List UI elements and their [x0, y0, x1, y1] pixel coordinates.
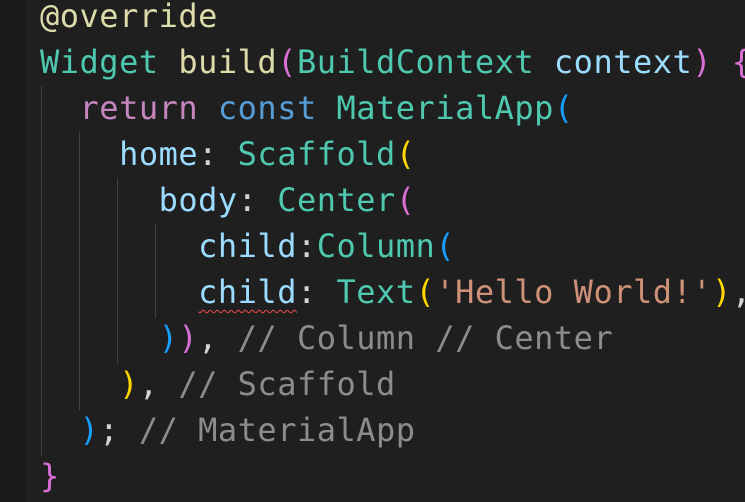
code-line[interactable]: } — [40, 453, 60, 499]
code-line[interactable]: )), // Column // Center — [40, 315, 613, 361]
colon: : — [296, 227, 317, 265]
bracket: ) — [692, 43, 713, 81]
bracket: ( — [435, 227, 456, 265]
bracket: ) — [158, 319, 179, 357]
function-build: build — [178, 43, 278, 81]
brace: } — [40, 457, 60, 495]
bracket: ( — [277, 43, 297, 81]
prop-body: body — [158, 181, 238, 219]
keyword-const: const — [217, 89, 317, 127]
brace: { — [732, 43, 745, 81]
bracket: ) — [712, 273, 732, 311]
semicolon: ; — [99, 411, 120, 449]
prop-child-error[interactable]: child — [198, 273, 297, 311]
type-center: Center — [277, 181, 396, 219]
type-buildcontext: BuildContext — [296, 43, 535, 81]
editor-gutter — [0, 0, 26, 502]
type-text: Text — [336, 273, 416, 311]
code-line[interactable]: @override — [40, 0, 218, 39]
bracket: ) — [178, 319, 199, 357]
bracket: ) — [119, 365, 139, 403]
code-line[interactable]: Widget build(BuildContext context) { — [40, 39, 745, 85]
comma: , — [198, 319, 218, 357]
code-line[interactable]: home: Scaffold( — [40, 131, 416, 177]
code-editor[interactable]: @override Widget build(BuildContext cont… — [0, 0, 745, 502]
type-materialapp: MaterialApp — [336, 89, 554, 127]
bracket: ( — [395, 181, 416, 219]
colon: : — [198, 135, 218, 173]
comment-scaffold: // Scaffold — [178, 365, 396, 403]
bracket: ( — [395, 135, 416, 173]
string-hello-world: 'Hello World!' — [435, 273, 713, 311]
code-line[interactable]: body: Center( — [40, 177, 416, 223]
colon: : — [237, 181, 258, 219]
comment-column-center: // Column // Center — [237, 319, 614, 357]
colon: : — [296, 273, 317, 311]
code-line[interactable]: ), // Scaffold — [40, 361, 396, 407]
prop-child: child — [198, 227, 297, 265]
type-widget: Widget — [40, 43, 159, 81]
code-line[interactable]: ); // MaterialApp — [40, 407, 416, 453]
keyword-return: return — [79, 89, 199, 127]
comment-materialapp: // MaterialApp — [138, 411, 416, 449]
comma: , — [138, 365, 159, 403]
code-line[interactable]: child: Text('Hello World!'), — [40, 269, 745, 315]
type-column: Column — [316, 227, 436, 265]
prop-home: home — [119, 135, 199, 173]
decorator-override: @override — [40, 0, 218, 35]
bracket: ( — [415, 273, 436, 311]
param-context: context — [553, 43, 693, 81]
code-line[interactable]: return const MaterialApp( — [40, 85, 574, 131]
code-line[interactable]: child:Column( — [40, 223, 455, 269]
bracket: ( — [553, 89, 574, 127]
bracket: ) — [79, 411, 100, 449]
type-scaffold: Scaffold — [237, 135, 396, 173]
comma: , — [732, 273, 745, 311]
